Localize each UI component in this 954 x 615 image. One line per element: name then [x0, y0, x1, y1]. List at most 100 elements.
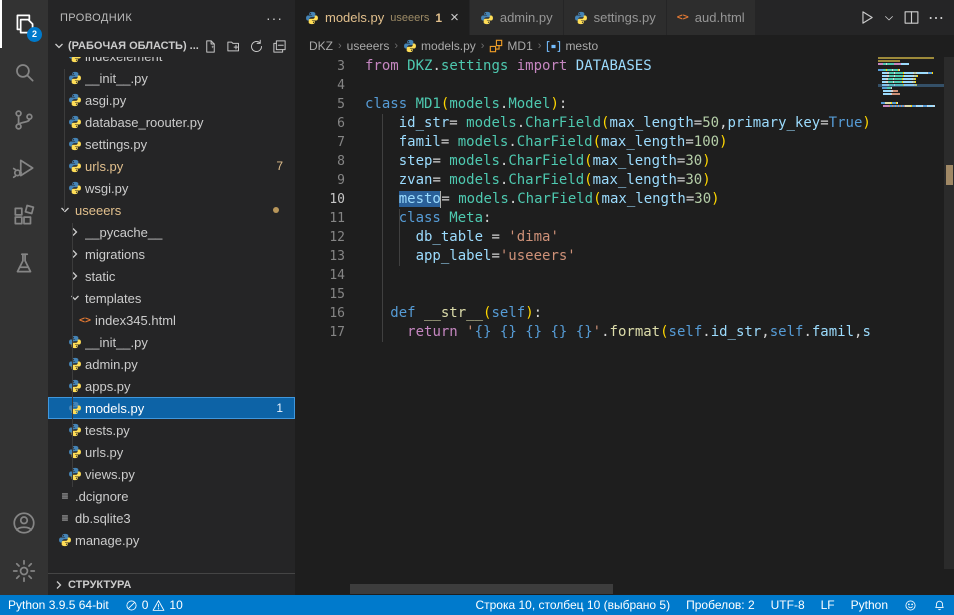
refresh-icon[interactable] — [249, 39, 264, 54]
search-icon[interactable] — [0, 48, 48, 96]
split-editor-button[interactable] — [901, 7, 922, 28]
code-text — [345, 285, 365, 304]
python-file-icon — [68, 335, 82, 349]
code-line-16[interactable]: 16 def __str__(self): — [295, 304, 878, 323]
breadcrumb-item-models.py[interactable]: models.py — [403, 39, 476, 53]
testing-icon[interactable] — [0, 240, 48, 288]
encoding-indicator[interactable]: UTF-8 — [771, 598, 805, 612]
code-line-4[interactable]: 4 — [295, 76, 878, 95]
tab-label: admin.py — [500, 10, 553, 25]
code-line-8[interactable]: 8 step= models.CharField(max_length=30) — [295, 152, 878, 171]
breadcrumb-item-mesto[interactable]: mesto — [546, 39, 598, 53]
account-icon[interactable] — [0, 499, 48, 547]
tab-models.py[interactable]: models.pyuseeers1× — [295, 0, 470, 35]
collapse-all-icon[interactable] — [272, 39, 287, 54]
code-line-13[interactable]: 13 app_label='useeers' — [295, 247, 878, 266]
tree-item-views.py[interactable]: views.py — [48, 463, 295, 485]
code-content[interactable]: 3from DKZ.settings import DATABASES45cla… — [295, 57, 878, 342]
indentation-indicator[interactable]: Пробелов: 2 — [686, 598, 755, 612]
tree-item-urls.py[interactable]: urls.py7 — [48, 155, 295, 177]
run-debug-icon[interactable] — [0, 144, 48, 192]
more-actions-icon[interactable]: ⋯ — [926, 6, 946, 30]
code-line-15[interactable]: 15 — [295, 285, 878, 304]
new-file-icon[interactable] — [203, 39, 218, 54]
run-button[interactable] — [856, 7, 877, 28]
chevron-down-icon — [68, 291, 82, 305]
tree-item-models.py[interactable]: models.py1 — [48, 397, 295, 419]
feedback-icon[interactable] — [904, 599, 917, 612]
tree-item-db.sqlite3[interactable]: ≡db.sqlite3 — [48, 507, 295, 529]
code-line-6[interactable]: 6 id_str= models.CharField(max_length=50… — [295, 114, 878, 133]
tab-admin.py[interactable]: admin.py — [470, 0, 564, 35]
tree-item-urls.py[interactable]: urls.py — [48, 441, 295, 463]
tree-item-label: asgi.py — [85, 93, 295, 108]
tree-item-__init__.py[interactable]: __init__.py — [48, 67, 295, 89]
file-file-icon: ≡ — [58, 489, 72, 503]
problems-indicator[interactable]: 010 — [125, 598, 183, 612]
horizontal-scrollbar-thumb[interactable] — [350, 584, 613, 594]
language-mode-indicator[interactable]: Python — [851, 598, 888, 612]
outline-section-header[interactable]: СТРУКТУРА — [48, 573, 295, 595]
tab-bar: models.pyuseeers1×admin.pysettings.py<>a… — [295, 0, 954, 35]
code-line-9[interactable]: 9 zvan= models.CharField(max_length=30) — [295, 171, 878, 190]
code-line-5[interactable]: 5class MD1(models.Model): — [295, 95, 878, 114]
code-line-12[interactable]: 12 db_table = 'dima' — [295, 228, 878, 247]
tree-item-templates[interactable]: templates — [48, 287, 295, 309]
tree-item-database_roouter.py[interactable]: database_roouter.py — [48, 111, 295, 133]
tree-item-migrations[interactable]: migrations — [48, 243, 295, 265]
tree-item-.dcignore[interactable]: ≡.dcignore — [48, 485, 295, 507]
vertical-scrollbar[interactable] — [944, 57, 954, 595]
tree-item-manage.py[interactable]: manage.py — [48, 529, 295, 551]
new-folder-icon[interactable] — [226, 39, 241, 54]
tree-item-indexelement[interactable]: indexelement — [48, 57, 295, 67]
breadcrumb-item-DKZ[interactable]: DKZ — [309, 39, 333, 53]
code-line-14[interactable]: 14 — [295, 266, 878, 285]
tree-item-asgi.py[interactable]: asgi.py — [48, 89, 295, 111]
breadcrumb-item-MD1[interactable]: MD1 — [489, 39, 532, 53]
code-text: famil= models.CharField(max_length=100) — [345, 133, 728, 152]
tree-item-settings.py[interactable]: settings.py — [48, 133, 295, 155]
code-line-10[interactable]: 10 mesto= models.CharField(max_length=30… — [295, 190, 878, 209]
tree-item-index345.html[interactable]: <>index345.html — [48, 309, 295, 331]
tree-item-admin.py[interactable]: admin.py — [48, 353, 295, 375]
cursor-position-indicator[interactable]: Строка 10, столбец 10 (выбрано 5) — [475, 598, 670, 612]
code-text — [345, 266, 365, 285]
extensions-icon[interactable] — [0, 192, 48, 240]
tree-item-tests.py[interactable]: tests.py — [48, 419, 295, 441]
code-line-3[interactable]: 3from DKZ.settings import DATABASES — [295, 57, 878, 76]
code-line-11[interactable]: 11 class Meta: — [295, 209, 878, 228]
code-text — [345, 76, 365, 95]
code-text: app_label='useeers' — [345, 247, 576, 266]
python-file-icon — [68, 467, 82, 481]
code-line-7[interactable]: 7 famil= models.CharField(max_length=100… — [295, 133, 878, 152]
code-line-17[interactable]: 17 return '{} {} {} {} {}'.format(self.i… — [295, 323, 878, 342]
tree-item-static[interactable]: static — [48, 265, 295, 287]
eol-indicator[interactable]: LF — [821, 598, 835, 612]
source-control-icon[interactable] — [0, 96, 48, 144]
code-text: return '{} {} {} {} {}'.format(self.id_s… — [345, 323, 871, 342]
settings-icon[interactable] — [0, 547, 48, 595]
explorer-icon[interactable]: 2 — [0, 0, 48, 48]
tree-item-useeers[interactable]: useeers — [48, 199, 295, 221]
tree-item-label: urls.py — [85, 159, 276, 174]
tree-item-__pycache__[interactable]: __pycache__ — [48, 221, 295, 243]
tree-item-__init__.py[interactable]: __init__.py — [48, 331, 295, 353]
tab-settings.py[interactable]: settings.py — [564, 0, 667, 35]
vertical-scrollbar-thumb[interactable] — [944, 57, 954, 569]
code-editor[interactable]: 3from DKZ.settings import DATABASES45cla… — [295, 57, 954, 595]
tree-item-apps.py[interactable]: apps.py — [48, 375, 295, 397]
run-dropdown-chevron-icon[interactable] — [881, 10, 897, 26]
python-file-icon — [68, 423, 82, 437]
line-number: 7 — [295, 133, 345, 152]
minimap[interactable] — [878, 57, 944, 108]
tab-aud.html[interactable]: <>aud.html — [667, 0, 756, 35]
workspace-section-header[interactable]: (РАБОЧАЯ ОБЛАСТЬ) ... — [48, 35, 295, 57]
notifications-bell-icon[interactable] — [933, 599, 946, 612]
tab-problems-badge: 1 — [435, 11, 442, 25]
python-interpreter-indicator[interactable]: Python 3.9.5 64-bit — [8, 598, 109, 612]
breadcrumb-item-useeers[interactable]: useeers — [347, 39, 390, 53]
status-bar: Python 3.9.5 64-bit 010 Строка 10, столбец… — [0, 595, 954, 615]
close-icon[interactable]: × — [450, 10, 459, 25]
tree-item-wsgi.py[interactable]: wsgi.py — [48, 177, 295, 199]
explorer-more-actions-icon[interactable]: ··· — [266, 10, 283, 26]
